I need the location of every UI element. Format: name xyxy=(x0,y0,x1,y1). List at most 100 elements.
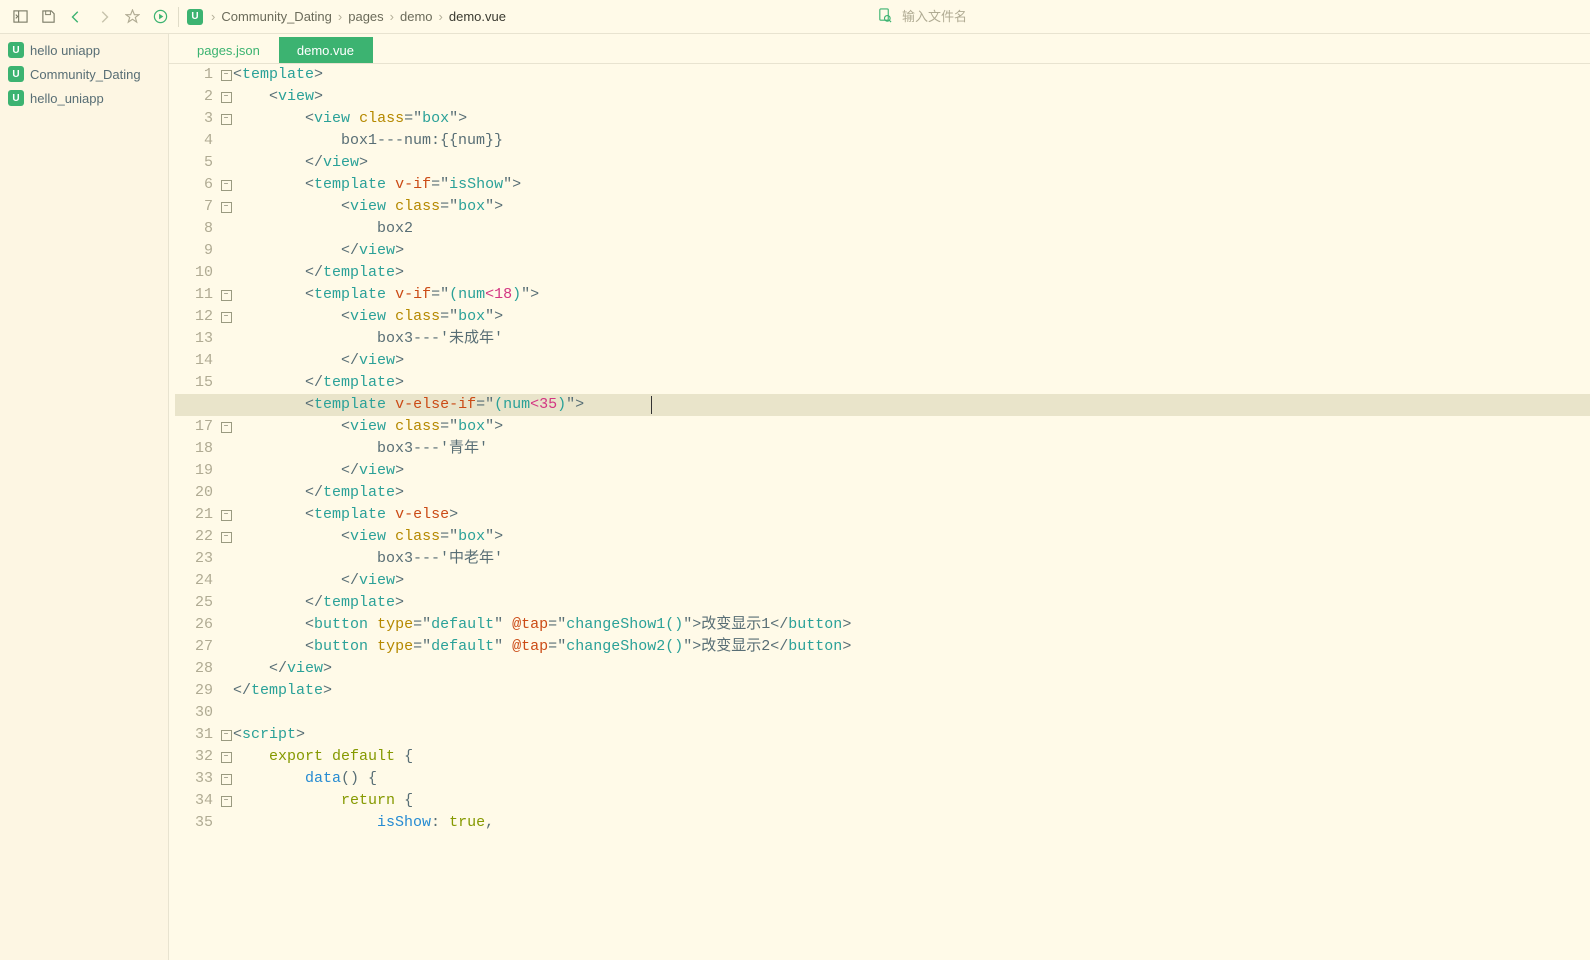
line-number[interactable]: 19 xyxy=(169,460,213,482)
project-sidebar[interactable]: U hello uniapp U Community_Dating U hell… xyxy=(0,34,169,960)
code-editor[interactable]: 1234567891011121314151617181920212223242… xyxy=(169,64,1590,960)
file-search-input[interactable] xyxy=(900,8,1064,25)
line-number[interactable]: 35 xyxy=(169,812,213,834)
line-number[interactable]: 25 xyxy=(169,592,213,614)
code-content[interactable]: <template> <view> <view class="box"> box… xyxy=(233,64,1590,960)
fold-toggle-icon[interactable]: − xyxy=(221,202,232,213)
fold-marker[interactable]: − xyxy=(219,108,233,130)
sidebar-item[interactable]: U hello uniapp xyxy=(0,38,168,62)
sidebar-item[interactable]: U Community_Dating xyxy=(0,62,168,86)
line-number[interactable]: 11 xyxy=(169,284,213,306)
fold-marker[interactable]: − xyxy=(219,174,233,196)
fold-toggle-icon[interactable]: − xyxy=(221,422,232,433)
fold-marker[interactable]: − xyxy=(219,768,233,790)
fold-marker xyxy=(219,658,233,680)
line-number[interactable]: 1 xyxy=(169,64,213,86)
line-number[interactable]: 12 xyxy=(169,306,213,328)
fold-marker xyxy=(219,570,233,592)
nav-forward-icon[interactable] xyxy=(90,3,118,31)
fold-marker xyxy=(219,130,233,152)
fold-marker[interactable]: − xyxy=(219,526,233,548)
star-icon[interactable] xyxy=(118,3,146,31)
tab-pages-json[interactable]: pages.json xyxy=(179,37,279,63)
sidebar-item-label: hello_uniapp xyxy=(30,91,104,106)
fold-marker[interactable]: − xyxy=(219,416,233,438)
line-number[interactable]: 24 xyxy=(169,570,213,592)
line-number[interactable]: 4 xyxy=(169,130,213,152)
fold-marker xyxy=(219,218,233,240)
fold-marker[interactable]: − xyxy=(219,196,233,218)
line-number[interactable]: 13 xyxy=(169,328,213,350)
tab-label: demo.vue xyxy=(297,43,354,58)
fold-marker xyxy=(219,592,233,614)
fold-toggle-icon[interactable]: − xyxy=(221,774,232,785)
fold-toggle-icon[interactable]: − xyxy=(221,290,232,301)
project-icon: U xyxy=(8,90,24,106)
fold-marker[interactable]: − xyxy=(219,306,233,328)
line-number[interactable]: 10 xyxy=(169,262,213,284)
line-number[interactable]: 17 xyxy=(169,416,213,438)
fold-marker xyxy=(219,548,233,570)
fold-marker[interactable]: − xyxy=(219,790,233,812)
line-number[interactable]: 2 xyxy=(169,86,213,108)
fold-toggle-icon[interactable]: − xyxy=(221,510,232,521)
fold-gutter[interactable]: −−−−−−−−−−−−−−− xyxy=(219,64,233,960)
line-number[interactable]: 7 xyxy=(169,196,213,218)
line-number[interactable]: 28 xyxy=(169,658,213,680)
line-number[interactable]: 30 xyxy=(169,702,213,724)
fold-marker xyxy=(219,812,233,834)
line-number[interactable]: 20 xyxy=(169,482,213,504)
breadcrumb-item[interactable]: demo.vue xyxy=(449,9,506,24)
sidebar-item-label: hello uniapp xyxy=(30,43,100,58)
fold-marker[interactable]: − xyxy=(219,724,233,746)
line-number[interactable]: 23 xyxy=(169,548,213,570)
fold-toggle-icon[interactable]: − xyxy=(221,180,232,191)
fold-marker[interactable]: − xyxy=(219,746,233,768)
save-icon[interactable] xyxy=(34,3,62,31)
fold-toggle-icon[interactable]: − xyxy=(221,730,232,741)
fold-toggle-icon[interactable]: − xyxy=(221,532,232,543)
breadcrumb-item[interactable]: Community_Dating xyxy=(221,9,332,24)
line-number[interactable]: 33 xyxy=(169,768,213,790)
fold-marker[interactable]: − xyxy=(219,504,233,526)
breadcrumb[interactable]: U › Community_Dating › pages › demo › de… xyxy=(187,9,506,25)
line-number[interactable]: 3 xyxy=(169,108,213,130)
breadcrumb-item[interactable]: demo xyxy=(400,9,433,24)
nav-back-icon[interactable] xyxy=(62,3,90,31)
fold-marker[interactable]: − xyxy=(219,86,233,108)
fold-toggle-icon[interactable]: − xyxy=(221,312,232,323)
run-icon[interactable] xyxy=(146,3,174,31)
chevron-right-icon: › xyxy=(390,9,394,24)
fold-toggle-icon[interactable]: − xyxy=(221,796,232,807)
fold-marker xyxy=(219,262,233,284)
line-number[interactable]: 22 xyxy=(169,526,213,548)
line-number[interactable]: 29 xyxy=(169,680,213,702)
tab-demo-vue[interactable]: demo.vue xyxy=(279,37,373,63)
fold-marker[interactable]: − xyxy=(219,284,233,306)
tab-label: pages.json xyxy=(197,43,260,58)
fold-toggle-icon[interactable]: − xyxy=(221,752,232,763)
line-number[interactable]: 14 xyxy=(169,350,213,372)
line-number[interactable]: 34 xyxy=(169,790,213,812)
line-number[interactable]: 31 xyxy=(169,724,213,746)
line-number[interactable]: 6 xyxy=(169,174,213,196)
fold-toggle-icon[interactable]: − xyxy=(221,114,232,125)
line-number[interactable]: 9 xyxy=(169,240,213,262)
fold-marker[interactable]: − xyxy=(219,64,233,86)
fold-toggle-icon[interactable]: − xyxy=(221,70,232,81)
line-number[interactable]: 15 xyxy=(169,372,213,394)
line-number[interactable]: 18 xyxy=(169,438,213,460)
line-number[interactable]: 27 xyxy=(169,636,213,658)
line-number[interactable]: 5 xyxy=(169,152,213,174)
sidebar-item[interactable]: U hello_uniapp xyxy=(0,86,168,110)
fold-toggle-icon[interactable]: − xyxy=(221,92,232,103)
line-number[interactable]: 8 xyxy=(169,218,213,240)
breadcrumb-item[interactable]: pages xyxy=(348,9,383,24)
panel-toggle-icon[interactable] xyxy=(6,3,34,31)
line-number[interactable]: 26 xyxy=(169,614,213,636)
line-number[interactable]: 21 xyxy=(169,504,213,526)
file-search[interactable] xyxy=(877,8,1064,26)
line-number[interactable]: 32 xyxy=(169,746,213,768)
code-text[interactable]: <template> <view> <view class="box"> box… xyxy=(233,64,1590,834)
line-number-gutter[interactable]: 1234567891011121314151617181920212223242… xyxy=(169,64,219,960)
